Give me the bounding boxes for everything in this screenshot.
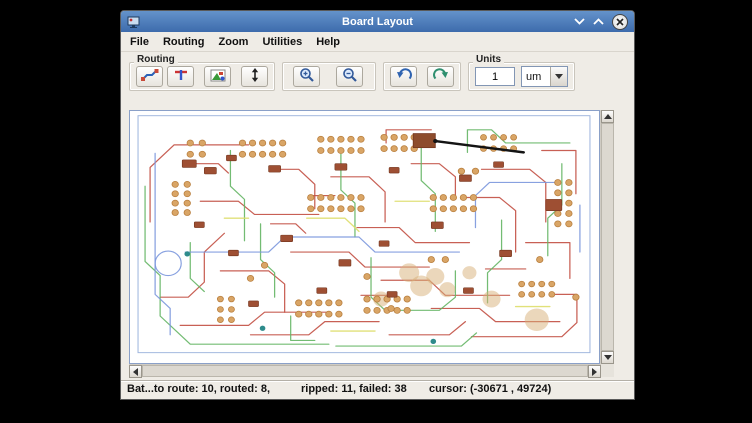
group-label-routing: Routing	[134, 54, 178, 65]
pin-swap-icon	[249, 68, 261, 85]
pin-swap-button[interactable]	[241, 66, 268, 87]
group-label-units: Units	[473, 54, 504, 65]
titlebar[interactable]: Board Layout	[121, 11, 634, 32]
menu-item-file[interactable]: File	[130, 36, 149, 48]
arrow-right-icon	[592, 368, 597, 376]
scrollbar-corner	[601, 364, 614, 377]
menu-item-help[interactable]: Help	[316, 36, 340, 48]
arrow-down-icon	[604, 355, 612, 360]
units-value-input[interactable]	[475, 67, 515, 86]
zoom-out-icon	[342, 67, 358, 86]
route-trace-icon	[141, 68, 159, 85]
layer-display-icon	[210, 69, 226, 85]
board-viewport	[129, 110, 614, 377]
undo-button[interactable]	[390, 66, 417, 87]
zoom-in-button[interactable]	[293, 66, 320, 87]
route-trace-button[interactable]	[136, 66, 163, 87]
toolbar-group-zoom	[282, 62, 376, 91]
horizontal-scrollbar-thumb[interactable]	[142, 365, 588, 377]
fanout-icon	[173, 68, 189, 85]
zoom-out-button[interactable]	[336, 66, 363, 87]
desktop-background: Board Layout File Routing Zo	[0, 0, 752, 423]
layer-display-button[interactable]	[204, 66, 231, 87]
fanout-button[interactable]	[167, 66, 194, 87]
status-route-progress: Bat...to route: 10, routed: 8,	[127, 383, 270, 395]
toolbar: Routing	[121, 52, 634, 108]
scroll-left-button[interactable]	[129, 365, 142, 378]
redo-icon	[433, 68, 449, 85]
zoom-in-icon	[299, 67, 315, 86]
status-cursor-position: cursor: (-30671 , 49724)	[429, 383, 551, 395]
pcb-drawing[interactable]	[130, 111, 599, 363]
units-combobox[interactable]: um	[521, 66, 568, 87]
menubar: File Routing Zoom Utilities Help	[121, 32, 634, 52]
menu-item-zoom[interactable]: Zoom	[219, 36, 249, 48]
toolbar-group-units: Units um	[468, 62, 575, 91]
scroll-down-button[interactable]	[601, 351, 614, 364]
scroll-up-button[interactable]	[601, 110, 614, 123]
horizontal-scrollbar[interactable]	[129, 364, 601, 377]
pcb-canvas[interactable]	[129, 110, 600, 364]
status-ripped-failed: ripped: 11, failed: 38	[301, 383, 407, 395]
close-icon[interactable]	[612, 14, 628, 30]
board-layout-window: Board Layout File Routing Zo	[120, 10, 635, 400]
undo-icon	[396, 68, 412, 85]
toolbar-group-undo	[383, 62, 461, 91]
toolbar-group-routing: Routing	[129, 62, 275, 91]
chevron-down-icon	[555, 74, 563, 79]
maximize-icon[interactable]	[593, 18, 604, 25]
vertical-scrollbar[interactable]	[600, 110, 614, 364]
app-icon	[127, 16, 140, 28]
minimize-icon[interactable]	[574, 18, 585, 25]
scroll-right-button[interactable]	[588, 365, 601, 378]
menu-item-routing[interactable]: Routing	[163, 36, 205, 48]
redo-button[interactable]	[427, 66, 454, 87]
units-dropdown-button[interactable]	[550, 67, 567, 86]
window-title: Board Layout	[121, 16, 634, 28]
menu-item-utilities[interactable]: Utilities	[262, 36, 302, 48]
arrow-left-icon	[133, 368, 138, 376]
units-selected-value: um	[522, 67, 550, 86]
statusbar: Bat...to route: 10, routed: 8, ripped: 1…	[121, 380, 634, 399]
arrow-up-icon	[604, 114, 612, 119]
vertical-scrollbar-thumb[interactable]	[601, 123, 614, 351]
